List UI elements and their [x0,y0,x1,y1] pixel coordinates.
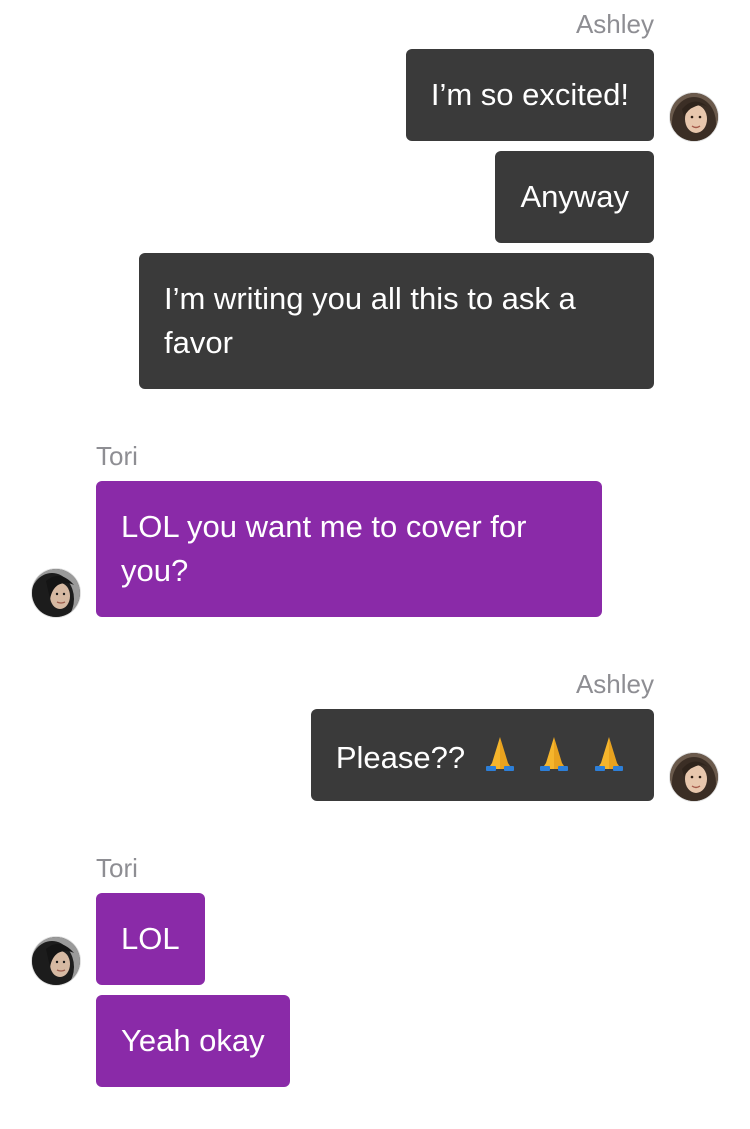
message-text: Anyway [520,179,629,214]
sender-name-ashley: Ashley [575,9,654,39]
avatar-tori[interactable] [32,569,80,617]
avatar-photo-icon [670,753,718,801]
message-bubble-incoming[interactable]: LOL you want me to cover for you? [96,481,602,617]
folded-hands-icon [589,733,629,785]
avatar-ashley[interactable] [670,753,718,801]
avatar-tori[interactable] [32,937,80,985]
avatar-photo-icon [32,937,80,985]
message-bubble-outgoing[interactable]: I’m so excited! [405,49,654,141]
message-text: LOL you want me to cover for you? [121,509,527,588]
message-text: Yeah okay [121,1023,265,1058]
message-text: LOL [121,921,180,956]
message-text: I’m so excited! [430,77,629,112]
message-bubble-outgoing[interactable]: Please?? [310,709,654,801]
message-bubble-incoming[interactable]: LOL [96,893,205,985]
sender-name-tori: Tori [96,441,138,471]
avatar-ashley[interactable] [670,93,718,141]
message-text: I’m writing you all this to ask a favor [164,281,576,360]
message-bubble-outgoing[interactable]: Anyway [495,151,654,243]
sender-name-ashley: Ashley [575,669,654,699]
message-bubble-incoming[interactable]: Yeah okay [96,995,290,1087]
avatar-photo-icon [670,93,718,141]
message-text: Please?? [335,740,466,775]
folded-hands-icon [534,733,574,785]
folded-hands-icon [480,733,520,785]
message-bubble-outgoing[interactable]: I’m writing you all this to ask a favor [139,253,654,389]
sender-name-tori: Tori [96,853,138,883]
avatar-photo-icon [32,569,80,617]
